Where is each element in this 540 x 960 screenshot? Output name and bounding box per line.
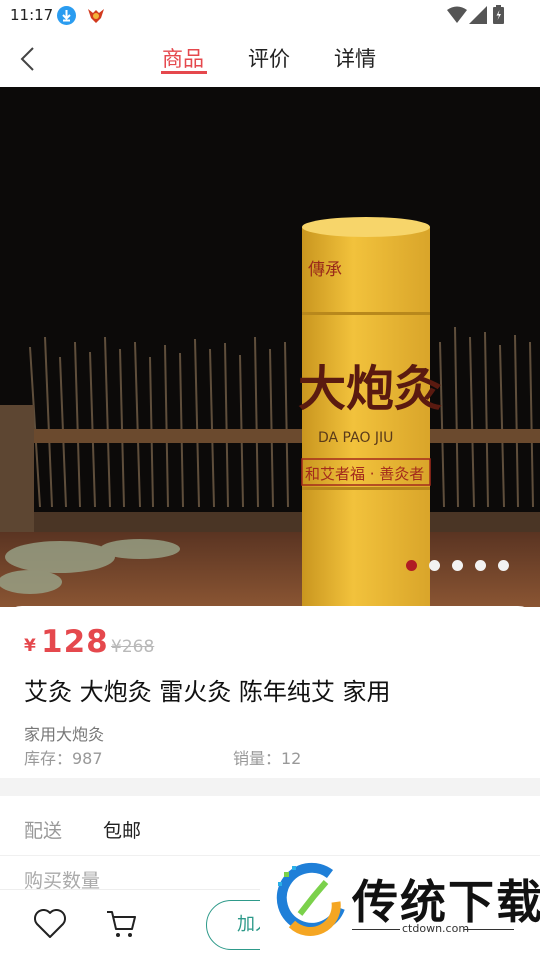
status-time: 11:17 bbox=[10, 6, 54, 24]
carousel-dot[interactable] bbox=[475, 560, 486, 571]
current-price: 128 bbox=[41, 624, 109, 660]
watermark-url: ctdown.com bbox=[402, 922, 470, 935]
tab-goods[interactable]: 商品 bbox=[162, 43, 204, 73]
app-icon bbox=[86, 6, 106, 26]
product-title: 艾灸 大炮灸 雷火灸 陈年纯艾 家用 bbox=[24, 678, 391, 706]
watermark-rule-left bbox=[352, 929, 400, 930]
section-divider bbox=[0, 778, 540, 796]
tab-details[interactable]: 详情 bbox=[334, 43, 376, 73]
battery-icon bbox=[493, 5, 504, 24]
product-info-card: ¥ 128 ¥268 艾灸 大炮灸 雷火灸 陈年纯艾 家用 家用大炮灸 库存：9… bbox=[0, 606, 540, 778]
stock-count: 库存：987 bbox=[24, 749, 103, 768]
shipping-row: 配送 包邮 bbox=[0, 796, 540, 856]
tube-label-top: 傳承 bbox=[308, 260, 342, 280]
product-image-carousel[interactable]: 傳承 大炮灸 DA PAO JIU 和艾者福 · 善灸者 bbox=[0, 87, 540, 607]
status-bar: 11:17 bbox=[0, 0, 540, 32]
top-nav: 商品 评价 详情 bbox=[0, 32, 540, 86]
heart-icon[interactable] bbox=[32, 907, 68, 941]
watermark-rule-right bbox=[464, 929, 514, 930]
product-subtitle: 家用大炮灸 bbox=[24, 725, 105, 744]
wifi-icon bbox=[447, 6, 467, 24]
tube-label-main: 大炮灸 bbox=[298, 361, 442, 417]
shipping-value: 包邮 bbox=[103, 820, 142, 842]
signal-icon bbox=[469, 6, 487, 24]
carousel-dot[interactable] bbox=[498, 560, 509, 571]
active-tab-indicator bbox=[161, 71, 207, 74]
cart-icon[interactable] bbox=[104, 908, 138, 940]
watermark: 传统下载 ctdown.com bbox=[260, 856, 540, 960]
currency-symbol: ¥ bbox=[24, 636, 36, 656]
shipping-label: 配送 bbox=[24, 820, 63, 842]
watermark-logo-icon bbox=[270, 862, 348, 936]
carousel-dot[interactable] bbox=[406, 560, 417, 571]
original-price: ¥268 bbox=[111, 637, 155, 657]
tube-label-pinyin: DA PAO JIU bbox=[318, 430, 393, 446]
back-arrow-icon[interactable] bbox=[14, 42, 44, 76]
sales-count: 销量：12 bbox=[233, 749, 302, 768]
carousel-dot[interactable] bbox=[452, 560, 463, 571]
tube-label-slogan: 和艾者福 · 善灸者 bbox=[305, 465, 424, 483]
product-photo: 傳承 大炮灸 DA PAO JIU 和艾者福 · 善灸者 bbox=[0, 87, 540, 607]
tab-reviews[interactable]: 评价 bbox=[248, 43, 290, 73]
download-icon bbox=[57, 6, 76, 25]
carousel-dot[interactable] bbox=[429, 560, 440, 571]
